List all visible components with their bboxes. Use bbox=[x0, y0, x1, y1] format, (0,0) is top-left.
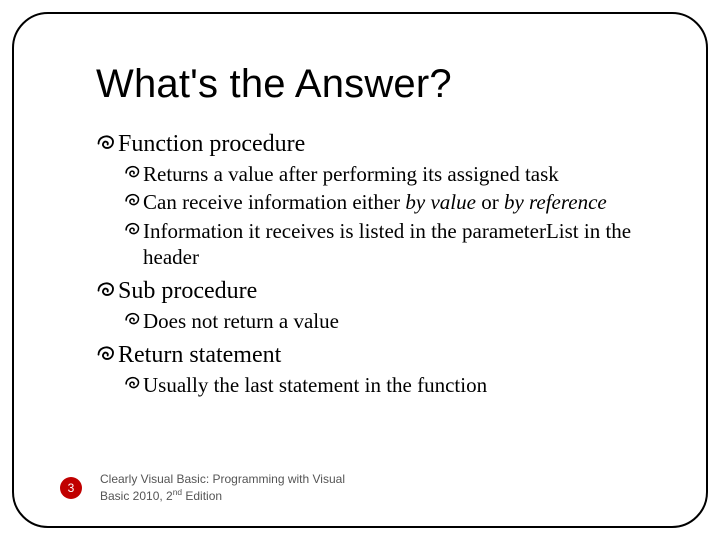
slide-content: What's the Answer? Function procedureRet… bbox=[96, 62, 660, 399]
bullet-text: Returns a value after performing its ass… bbox=[143, 161, 660, 187]
outline-item-lvl1: Function procedure bbox=[96, 129, 660, 159]
outline-item-lvl2: Returns a value after performing its ass… bbox=[124, 161, 660, 187]
bullet-icon bbox=[124, 191, 141, 208]
slide-footer: 3 Clearly Visual Basic: Programming with… bbox=[60, 472, 345, 504]
outline: Function procedureReturns a value after … bbox=[96, 129, 660, 399]
footer-text: Clearly Visual Basic: Programming with V… bbox=[100, 472, 345, 504]
outline-item-lvl2: Information it receives is listed in the… bbox=[124, 218, 660, 271]
slide-title: What's the Answer? bbox=[96, 62, 660, 107]
bullet-text: Usually the last statement in the functi… bbox=[143, 372, 660, 398]
bullet-icon bbox=[96, 132, 116, 152]
bullet-text: Sub procedure bbox=[118, 276, 660, 306]
outline-item-lvl2: Usually the last statement in the functi… bbox=[124, 372, 660, 398]
bullet-text: Function procedure bbox=[118, 129, 660, 159]
bullet-icon bbox=[124, 310, 141, 327]
bullet-icon bbox=[124, 220, 141, 237]
bullet-icon bbox=[124, 374, 141, 391]
bullet-icon bbox=[124, 163, 141, 180]
outline-item-lvl1: Sub procedure bbox=[96, 276, 660, 306]
bullet-icon bbox=[96, 343, 116, 363]
bullet-text: Does not return a value bbox=[143, 308, 660, 334]
outline-item-lvl1: Return statement bbox=[96, 340, 660, 370]
bullet-icon bbox=[96, 279, 116, 299]
page-number-badge: 3 bbox=[60, 477, 82, 499]
bullet-text: Information it receives is listed in the… bbox=[143, 218, 660, 271]
footer-line-1: Clearly Visual Basic: Programming with V… bbox=[100, 472, 345, 487]
outline-item-lvl2: Does not return a value bbox=[124, 308, 660, 334]
footer-line-2: Basic 2010, 2nd Edition bbox=[100, 487, 345, 504]
bullet-text: Can receive information either by value … bbox=[143, 189, 660, 215]
outline-item-lvl2: Can receive information either by value … bbox=[124, 189, 660, 215]
bullet-text: Return statement bbox=[118, 340, 660, 370]
slide: What's the Answer? Function procedureRet… bbox=[0, 0, 720, 540]
